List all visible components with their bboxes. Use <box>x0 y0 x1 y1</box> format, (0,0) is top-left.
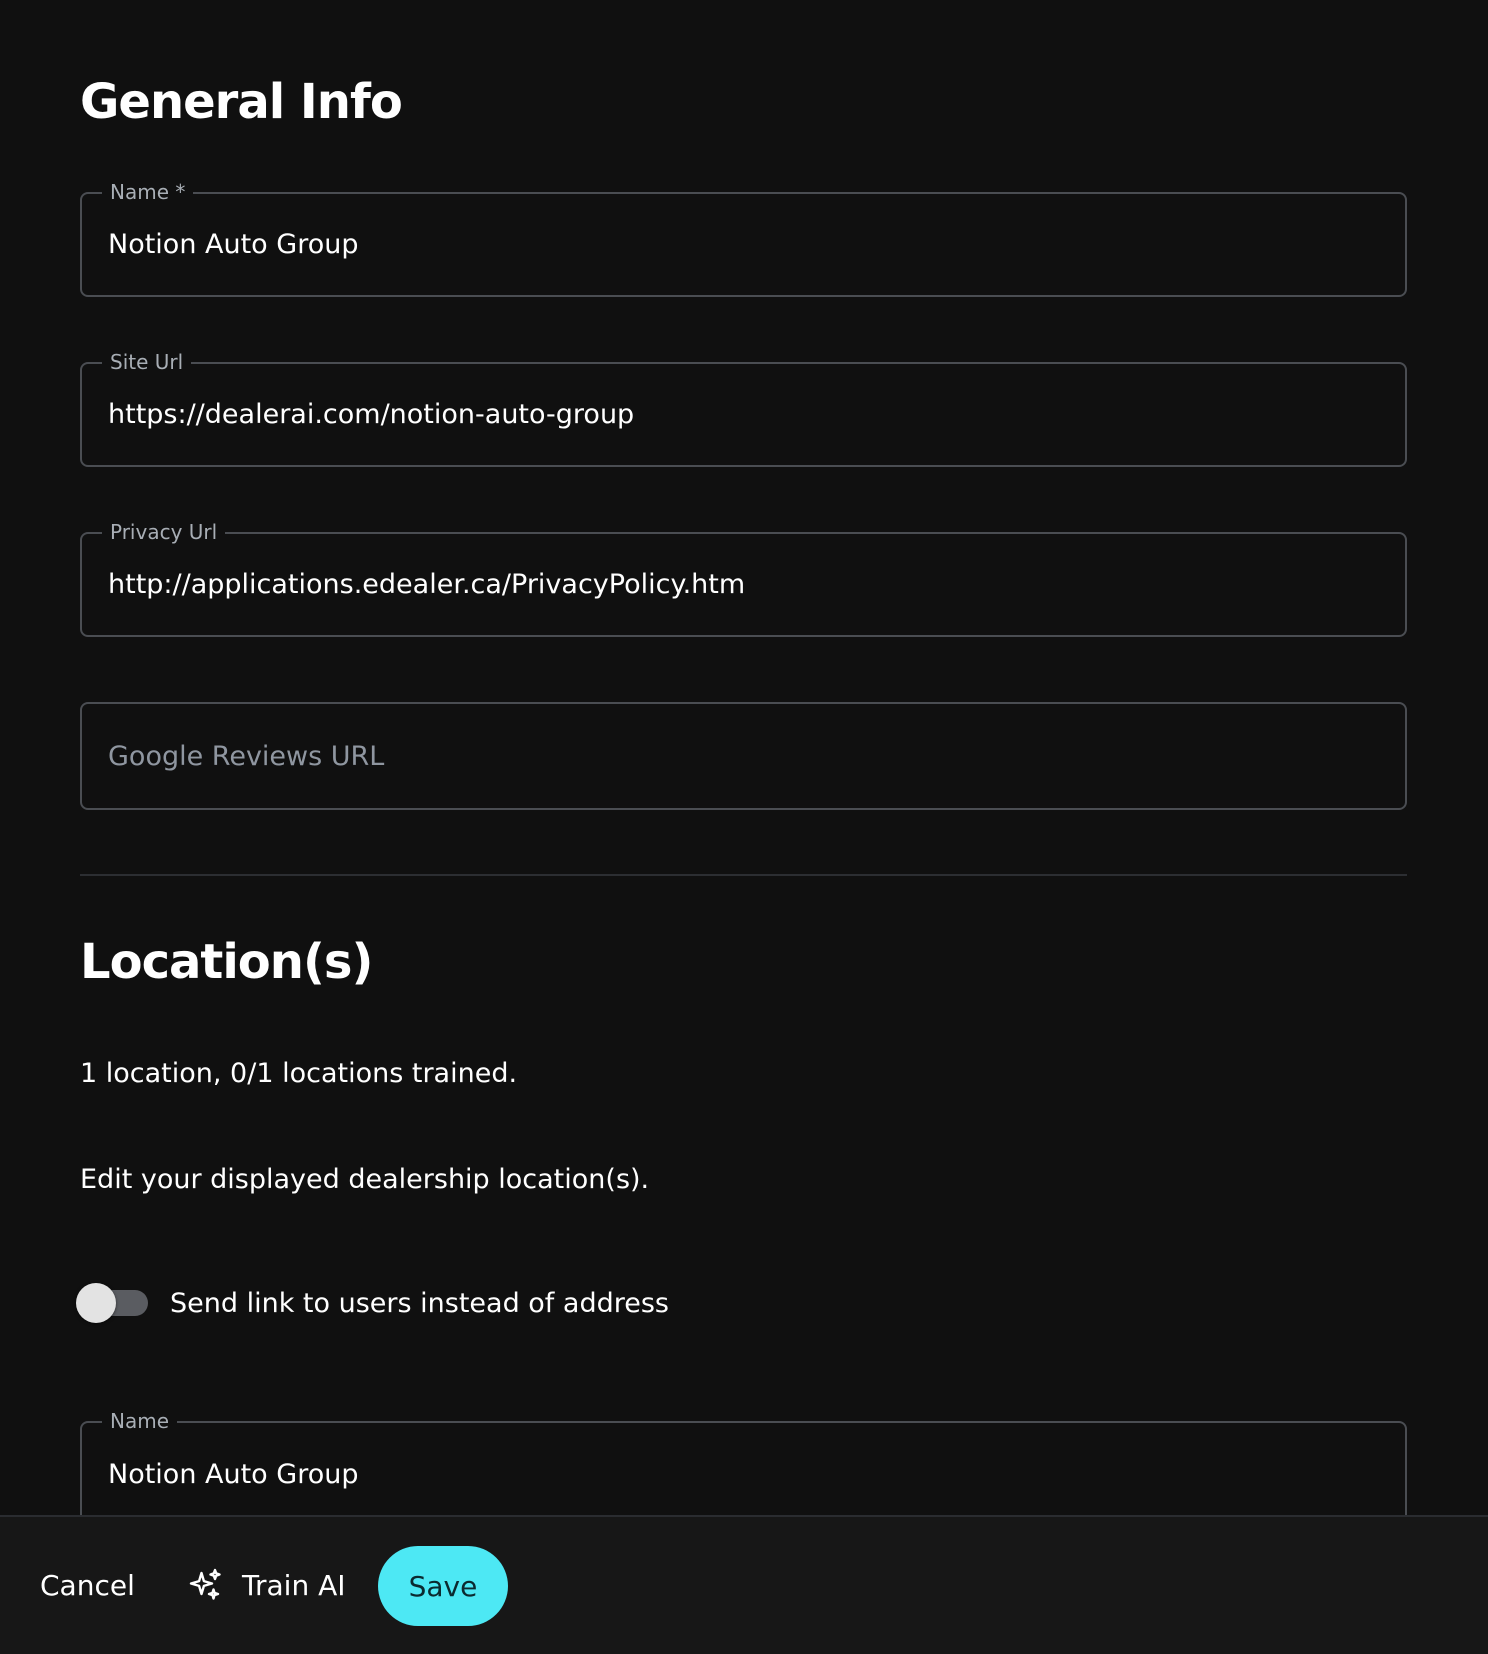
toggle-thumb <box>76 1283 116 1323</box>
location-name-field: Name <box>80 1407 1407 1515</box>
privacy-url-input[interactable] <box>108 534 1379 635</box>
locations-heading: Location(s) <box>80 934 373 990</box>
locations-summary: 1 location, 0/1 locations trained. <box>80 1058 518 1089</box>
sparkles-icon <box>189 1568 221 1600</box>
action-footer: Cancel Train AI Save <box>0 1515 1488 1654</box>
cancel-button[interactable]: Cancel <box>40 1557 135 1613</box>
send-link-toggle-row: Send link to users instead of address <box>76 1281 669 1325</box>
send-link-toggle[interactable] <box>76 1281 150 1325</box>
settings-form: General Info Name * Site Url Privacy Url… <box>0 0 1488 1515</box>
location-name-input[interactable] <box>108 1423 1379 1515</box>
train-ai-label: Train AI <box>242 1568 346 1602</box>
name-field: Name * <box>80 178 1407 297</box>
google-reviews-input[interactable] <box>108 704 1379 808</box>
locations-description: Edit your displayed dealership location(… <box>80 1164 650 1195</box>
save-button[interactable]: Save <box>378 1546 508 1626</box>
name-input[interactable] <box>108 194 1379 295</box>
privacy-url-field: Privacy Url <box>80 518 1407 637</box>
general-info-heading: General Info <box>80 74 403 130</box>
site-url-field: Site Url <box>80 348 1407 467</box>
train-ai-button[interactable]: Train AI <box>188 1557 346 1613</box>
site-url-input[interactable] <box>108 364 1379 465</box>
section-divider <box>80 874 1407 876</box>
send-link-toggle-label: Send link to users instead of address <box>170 1287 669 1319</box>
google-reviews-field <box>80 702 1407 810</box>
